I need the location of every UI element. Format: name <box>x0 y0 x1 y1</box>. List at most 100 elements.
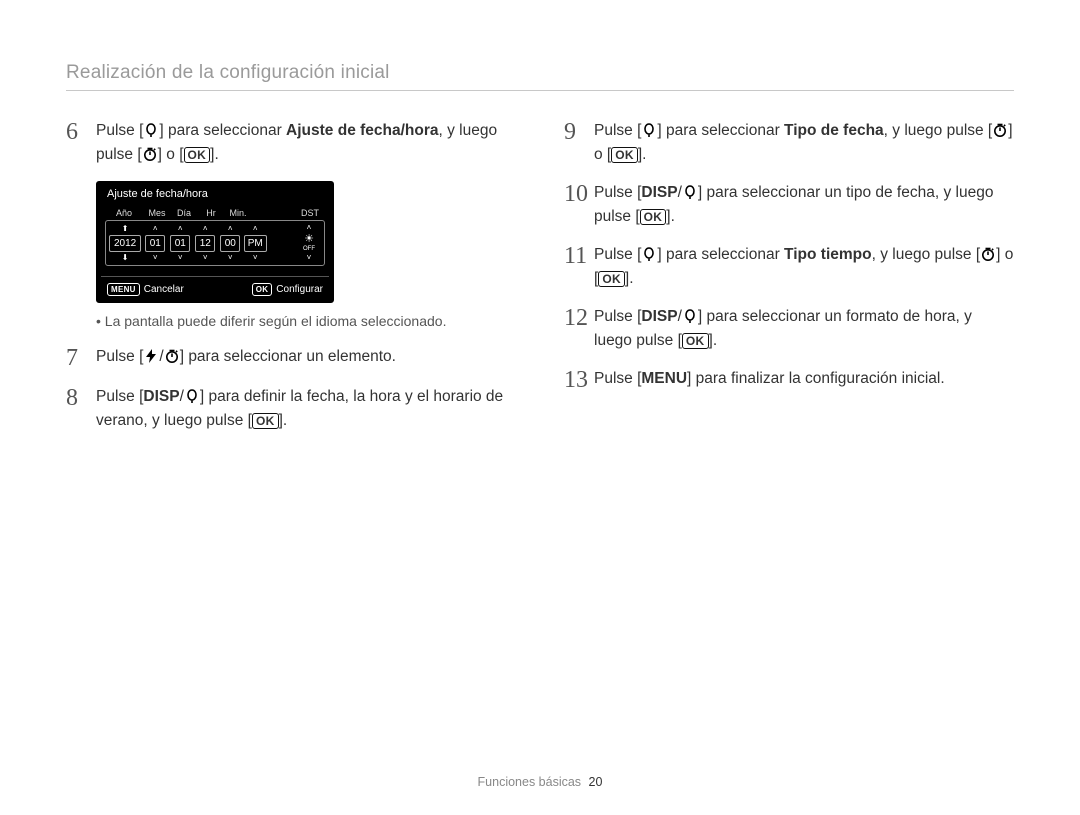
step-number: 8 <box>66 385 96 411</box>
lcd-header-spacer <box>254 208 276 218</box>
lcd-year-col: ⬆ 2012 ⬇ <box>109 225 141 262</box>
chevron-up-icon: ˄ <box>153 225 158 233</box>
text: Configurar <box>276 284 323 295</box>
bold-term: Tipo tiempo <box>784 246 872 263</box>
step-body: Pulse [DISP/] para seleccionar un format… <box>594 305 1014 353</box>
step-12: 12 Pulse [DISP/] para seleccionar un for… <box>564 305 1014 353</box>
dst-off-label: OFF <box>303 246 315 252</box>
step-number: 12 <box>564 305 594 331</box>
page-number: 20 <box>589 775 603 789</box>
step-body: Pulse [ ] para seleccionar Tipo de fecha,… <box>594 119 1014 167</box>
text: Pulse [ <box>594 184 641 201</box>
text: , y luego pulse [ <box>884 122 993 139</box>
step-6: 6 Pulse [] para seleccionar Ajuste de fe… <box>66 119 516 167</box>
text: Pulse [ <box>594 246 641 263</box>
macro-icon <box>641 246 657 262</box>
chevron-down-icon: ˅ <box>203 254 208 262</box>
lcd-min-col: ˄ 00 ˅ <box>219 225 241 262</box>
step-body: Pulse [ ] para seleccionar Tipo tiempo, y… <box>594 243 1014 291</box>
chevron-down-icon: ˅ <box>153 254 158 262</box>
disp-key: DISP <box>641 184 677 201</box>
ok-key-icon: OK <box>598 271 625 287</box>
ok-key-icon: OK <box>611 147 638 163</box>
lcd-header-dst: DST <box>297 208 323 218</box>
title-divider <box>66 90 1014 91</box>
lcd-screenshot: Ajuste de fecha/hora Año Mes Día Hr Min.… <box>96 181 334 303</box>
sun-icon: ☀ <box>304 234 314 245</box>
lcd-ampm-col: ˄ PM ˅ <box>244 225 266 262</box>
step-number: 13 <box>564 367 594 393</box>
chevron-up-icon: ˄ <box>203 225 208 233</box>
up-arrow-icon: ⬆ <box>122 225 129 233</box>
lcd-divider <box>101 276 329 277</box>
lcd-hr-value: 12 <box>195 235 215 252</box>
manual-page: Realización de la configuración inicial … <box>0 0 1080 815</box>
lcd-date-grid: ⬆ 2012 ⬇ ˄ 01 ˅ ˄ 01 ˅ ˄ <box>105 220 325 266</box>
text: ] para seleccionar <box>657 122 784 139</box>
disp-key: DISP <box>641 308 677 325</box>
flash-icon <box>143 348 159 364</box>
lcd-day-value: 01 <box>170 235 190 252</box>
macro-icon <box>184 388 200 404</box>
text: Pulse [ <box>96 122 143 139</box>
content-columns: 6 Pulse [ ] para seleccionar Ajuste de fe… <box>66 119 1014 447</box>
page-footer: Funciones básicas 20 <box>0 775 1080 789</box>
text: Pulse [ <box>594 308 641 325</box>
text: ]. <box>279 412 288 429</box>
macro-icon <box>682 184 698 200</box>
menu-key-icon: MENU <box>107 283 140 296</box>
lcd-note: La pantalla puede diferir según el idiom… <box>96 313 516 329</box>
bold-term: Tipo de fecha <box>784 122 884 139</box>
macro-icon <box>682 308 698 324</box>
lcd-header-year: Año <box>107 208 141 218</box>
ok-key-icon: OK <box>252 283 273 296</box>
timer-icon <box>142 146 158 162</box>
timer-icon <box>992 122 1008 138</box>
text: ] para seleccionar <box>657 246 784 263</box>
lcd-hr-col: ˄ 12 ˅ <box>194 225 216 262</box>
lcd-year-value: 2012 <box>109 235 141 252</box>
lcd-dst-col: ˄ ☀ OFF ˅ <box>297 224 321 262</box>
text: ]. <box>625 270 634 287</box>
lcd-title: Ajuste de fecha/hora <box>105 188 325 200</box>
lcd-set: OKConfigurar <box>252 283 323 296</box>
text: ] o [ <box>158 146 184 163</box>
text: , y luego pulse [ <box>872 246 981 263</box>
step-body: Pulse [MENU] para finalizar la configura… <box>594 367 1014 391</box>
macro-icon <box>641 122 657 138</box>
lcd-month-col: ˄ 01 ˅ <box>144 225 166 262</box>
text: ] para finalizar la configuración inicia… <box>687 370 945 387</box>
text: Pulse [ <box>96 388 143 405</box>
step-7: 7 Pulse [/] para seleccionar un elemento… <box>66 345 516 371</box>
lcd-cancel: MENU Cancelar <box>107 283 184 296</box>
step-body: Pulse [] para seleccionar Ajuste de fech… <box>96 119 516 167</box>
lcd-ampm-value: PM <box>244 235 267 252</box>
step-body: Pulse [DISP/] para seleccionar un tipo d… <box>594 181 1014 229</box>
text: Pulse [ <box>594 122 641 139</box>
step-body: Pulse [/] para seleccionar un elemento. <box>96 345 516 369</box>
chevron-up-icon: ˄ <box>253 225 258 233</box>
lcd-headers: Año Mes Día Hr Min. DST <box>105 208 325 220</box>
footer-section: Funciones básicas <box>478 775 582 789</box>
text: Cancelar <box>144 284 184 295</box>
timer-icon <box>980 246 996 262</box>
chevron-down-icon: ˅ <box>253 254 258 262</box>
ok-key-icon: OK <box>184 147 211 163</box>
lcd-month-value: 01 <box>145 235 165 252</box>
text: Pulse [ <box>594 370 641 387</box>
text: ]. <box>709 332 718 349</box>
right-column: 9 Pulse [] para seleccionar Tipo de fech… <box>564 119 1014 447</box>
ok-key-icon: OK <box>252 413 279 429</box>
step-13: 13 Pulse [MENU] para finalizar la config… <box>564 367 1014 393</box>
ok-key-icon: OK <box>682 333 709 349</box>
text: ] para seleccionar <box>159 122 286 139</box>
lcd-header-day: Día <box>173 208 195 218</box>
step-10: 10 Pulse [DISP/] para seleccionar un tip… <box>564 181 1014 229</box>
text: ]. <box>666 208 675 225</box>
chevron-down-icon: ˅ <box>307 254 312 262</box>
menu-key: MENU <box>641 370 687 387</box>
lcd-header-min: Min. <box>227 208 249 218</box>
chevron-up-icon: ˄ <box>307 224 312 232</box>
step-number: 6 <box>66 119 96 145</box>
lcd-min-value: 00 <box>220 235 240 252</box>
